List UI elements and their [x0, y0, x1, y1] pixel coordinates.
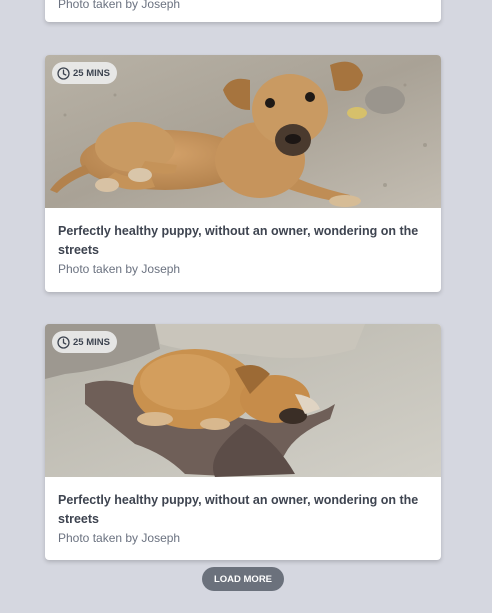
time-badge: 25 MINS	[52, 331, 117, 353]
card-1[interactable]: 25 MINS Perfectly healthy puppy, without…	[45, 55, 441, 292]
time-badge: 25 MINS	[52, 62, 117, 84]
clock-icon	[57, 66, 70, 80]
time-badge-label: 25 MINS	[73, 336, 110, 348]
card-image-puppy-sleeping: 25 MINS	[45, 324, 441, 477]
card-partial[interactable]: Photo taken by Joseph	[45, 0, 441, 22]
card-title[interactable]: Perfectly healthy puppy, without an owne…	[58, 222, 428, 260]
card-2[interactable]: 25 MINS Perfectly healthy puppy, without…	[45, 324, 441, 560]
card-image-puppy-lying: 25 MINS	[45, 55, 441, 208]
card-title[interactable]: Perfectly healthy puppy, without an owne…	[58, 491, 428, 529]
card-subtitle: Photo taken by Joseph	[58, 531, 181, 545]
card-body: Perfectly healthy puppy, without an owne…	[45, 477, 441, 546]
load-more-button[interactable]: LOAD MORE	[202, 567, 284, 591]
clock-icon	[57, 335, 70, 349]
time-badge-label: 25 MINS	[73, 67, 110, 79]
card-subtitle: Photo taken by Joseph	[58, 262, 181, 276]
card-subtitle: Photo taken by Joseph	[58, 0, 181, 11]
card-body: Perfectly healthy puppy, without an owne…	[45, 208, 441, 277]
